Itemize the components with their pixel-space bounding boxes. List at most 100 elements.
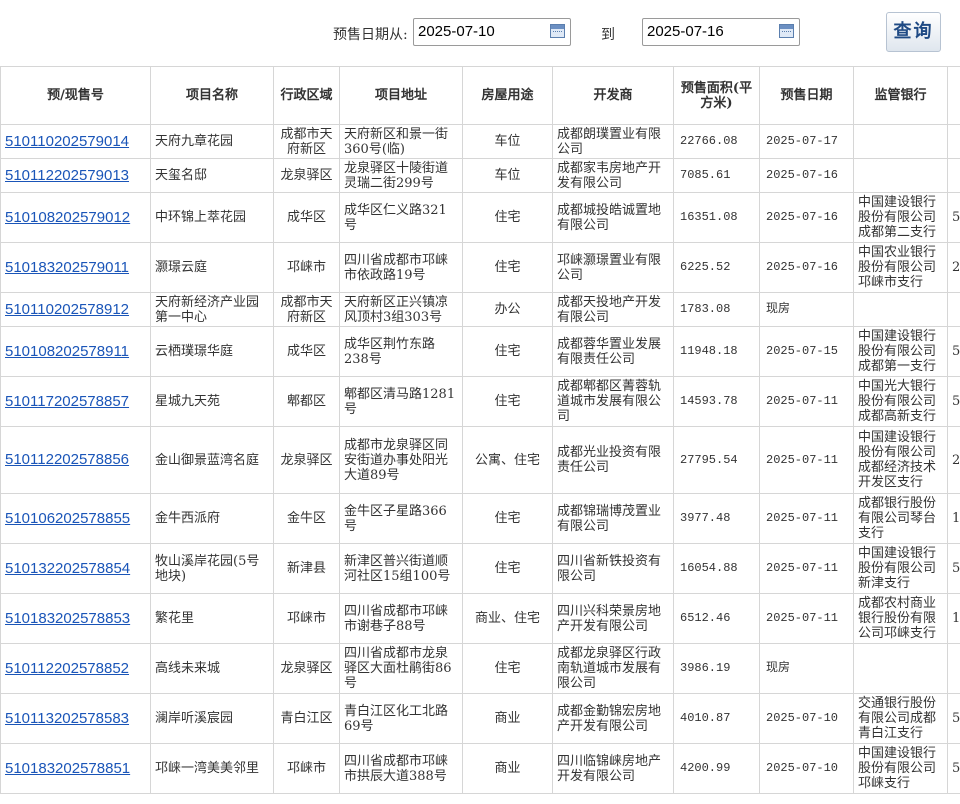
- col-header-bank: 监管银行: [853, 66, 948, 125]
- cell-developer: 成都城投皓诚置地有限公司: [552, 192, 674, 243]
- presale-number-link[interactable]: 510183202578851: [5, 760, 130, 777]
- cell-usage: 商业: [462, 743, 553, 794]
- cell-bank: 中国建设银行股份有限公司邛崃支行: [853, 743, 948, 794]
- cell-developer: 成都光业投资有限责任公司: [552, 426, 674, 494]
- cell-developer: 成都金勤锦宏房地产开发有限公司: [552, 693, 674, 744]
- cell-area: 22766.08: [673, 124, 760, 159]
- cell-usage: 公寓、住宅: [462, 426, 553, 494]
- cell-developer: 成都家韦房地产开发有限公司: [552, 158, 674, 193]
- cell-district: 成都市天府新区: [273, 292, 340, 327]
- cell-project-name: 天府新经济产业园第一中心: [150, 292, 274, 327]
- cell-presale-no: 510108202578911: [0, 326, 151, 377]
- date-to-value: 2025-07-16: [647, 23, 724, 40]
- cell-presale-date: 2025-07-11: [759, 376, 854, 427]
- cell-developer: 邛崃灏璟置业有限公司: [552, 242, 674, 293]
- cell-project-name: 天玺名邸: [150, 158, 274, 193]
- date-to-input[interactable]: 2025-07-16: [642, 18, 800, 46]
- cell-usage: 住宅: [462, 543, 553, 594]
- cell-extra: 2: [947, 426, 960, 494]
- table-row: 510106202578855 金牛西派府 金牛区 金牛区子星路366号 住宅 成都锦瑞博…: [0, 493, 960, 544]
- presale-number-link[interactable]: 510117202578857: [5, 393, 129, 410]
- cell-usage: 商业: [462, 693, 553, 744]
- cell-usage: 住宅: [462, 643, 553, 694]
- cell-district: 成华区: [273, 326, 340, 377]
- cell-presale-no: 510112202578856: [0, 426, 151, 494]
- presale-number-link[interactable]: 510112202579013: [5, 167, 129, 184]
- presale-number-link[interactable]: 510106202578855: [5, 510, 130, 527]
- cell-extra: 1: [947, 493, 960, 544]
- table-row: 510108202579012 中环锦上萃花园 成华区 成华区仁义路321号 住宅 成都城…: [0, 192, 960, 243]
- cell-usage: 办公: [462, 292, 553, 327]
- cell-address: 四川省成都市邛崃市谢巷子88号: [339, 593, 463, 644]
- cell-presale-date: 2025-07-11: [759, 493, 854, 544]
- cell-area: 1783.08: [673, 292, 760, 327]
- date-from-input[interactable]: 2025-07-10: [413, 18, 571, 46]
- cell-usage: 住宅: [462, 493, 553, 544]
- calendar-icon[interactable]: [550, 24, 565, 38]
- cell-developer: 四川兴科荣景房地产开发有限公司: [552, 593, 674, 644]
- cell-usage: 住宅: [462, 326, 553, 377]
- cell-extra: 5: [947, 743, 960, 794]
- presale-number-link[interactable]: 510132202578854: [5, 560, 130, 577]
- cell-presale-no: 510108202579012: [0, 192, 151, 243]
- cell-project-name: 邛崃一湾美美邻里: [150, 743, 274, 794]
- cell-district: 成华区: [273, 192, 340, 243]
- presale-number-link[interactable]: 510110202578912: [5, 301, 129, 318]
- presale-number-link[interactable]: 510183202579011: [5, 259, 129, 276]
- presale-number-link[interactable]: 510108202578911: [5, 343, 129, 360]
- cell-project-name: 金牛西派府: [150, 493, 274, 544]
- cell-presale-no: 510112202579013: [0, 158, 151, 193]
- cell-extra: 5: [947, 543, 960, 594]
- cell-district: 金牛区: [273, 493, 340, 544]
- cell-presale-no: 510183202579011: [0, 242, 151, 293]
- presale-number-link[interactable]: 510113202578583: [5, 710, 129, 727]
- cell-presale-date: 2025-07-16: [759, 192, 854, 243]
- presale-number-link[interactable]: 510112202578856: [5, 451, 129, 468]
- cell-bank: 成都银行股份有限公司琴台支行: [853, 493, 948, 544]
- cell-presale-no: 510110202578912: [0, 292, 151, 327]
- cell-area: 7085.61: [673, 158, 760, 193]
- cell-bank: 交通银行股份有限公司成都青白江支行: [853, 693, 948, 744]
- table-row: 510112202578856 金山御景蓝湾名庭 龙泉驿区 成都市龙泉驿区同安街道办事…: [0, 426, 960, 494]
- cell-area: 3986.19: [673, 643, 760, 694]
- cell-usage: 住宅: [462, 242, 553, 293]
- cell-district: 邛崃市: [273, 593, 340, 644]
- cell-usage: 车位: [462, 158, 553, 193]
- cell-developer: 成都天投地产开发有限公司: [552, 292, 674, 327]
- table-row: 510183202579011 灏璟云庭 邛崃市 四川省成都市邛崃市依政路19号 住宅邛…: [0, 242, 960, 293]
- cell-presale-no: 510183202578853: [0, 593, 151, 644]
- cell-usage: 住宅: [462, 192, 553, 243]
- date-to-label: 到: [601, 27, 615, 43]
- cell-presale-date: 2025-07-11: [759, 426, 854, 494]
- query-button[interactable]: 查询: [886, 12, 941, 52]
- cell-address: 成都市龙泉驿区同安街道办事处阳光大道89号: [339, 426, 463, 494]
- cell-presale-no: 510113202578583: [0, 693, 151, 744]
- col-header-district: 行政区域: [273, 66, 340, 125]
- presale-number-link[interactable]: 510110202579014: [5, 133, 129, 150]
- cell-address: 四川省成都市邛崃市拱辰大道388号: [339, 743, 463, 794]
- cell-bank: 成都农村商业银行股份有限公司邛崃支行: [853, 593, 948, 644]
- calendar-icon[interactable]: [779, 24, 794, 38]
- presale-number-link[interactable]: 510108202579012: [5, 209, 130, 226]
- cell-presale-no: 510112202578852: [0, 643, 151, 694]
- cell-presale-date: 2025-07-11: [759, 543, 854, 594]
- cell-district: 郫都区: [273, 376, 340, 427]
- presale-number-link[interactable]: 510183202578853: [5, 610, 130, 627]
- cell-usage: 住宅: [462, 376, 553, 427]
- cell-bank: 中国建设银行股份有限公司成都经济技术开发区支行: [853, 426, 948, 494]
- cell-developer: 四川临锦崃房地产开发有限公司: [552, 743, 674, 794]
- cell-usage: 车位: [462, 124, 553, 159]
- cell-area: 11948.18: [673, 326, 760, 377]
- table-row: 510132202578854 牧山溪岸花园(5号地块) 新津县 新津区普兴街道顺河社…: [0, 543, 960, 594]
- cell-project-name: 天府九章花园: [150, 124, 274, 159]
- cell-developer: 成都锦瑞博茂置业有限公司: [552, 493, 674, 544]
- cell-developer: 成都蓉华置业发展有限责任公司: [552, 326, 674, 377]
- cell-area: 16351.08: [673, 192, 760, 243]
- cell-extra: 5: [947, 693, 960, 744]
- cell-area: 27795.54: [673, 426, 760, 494]
- cell-area: 3977.48: [673, 493, 760, 544]
- presale-number-link[interactable]: 510112202578852: [5, 660, 129, 677]
- table-row: 510112202578852 高线未来城 龙泉驿区 四川省成都市龙泉驿区大面杜鹃街8…: [0, 643, 960, 694]
- cell-extra: [947, 643, 960, 694]
- cell-bank: 中国建设银行股份有限公司成都第二支行: [853, 192, 948, 243]
